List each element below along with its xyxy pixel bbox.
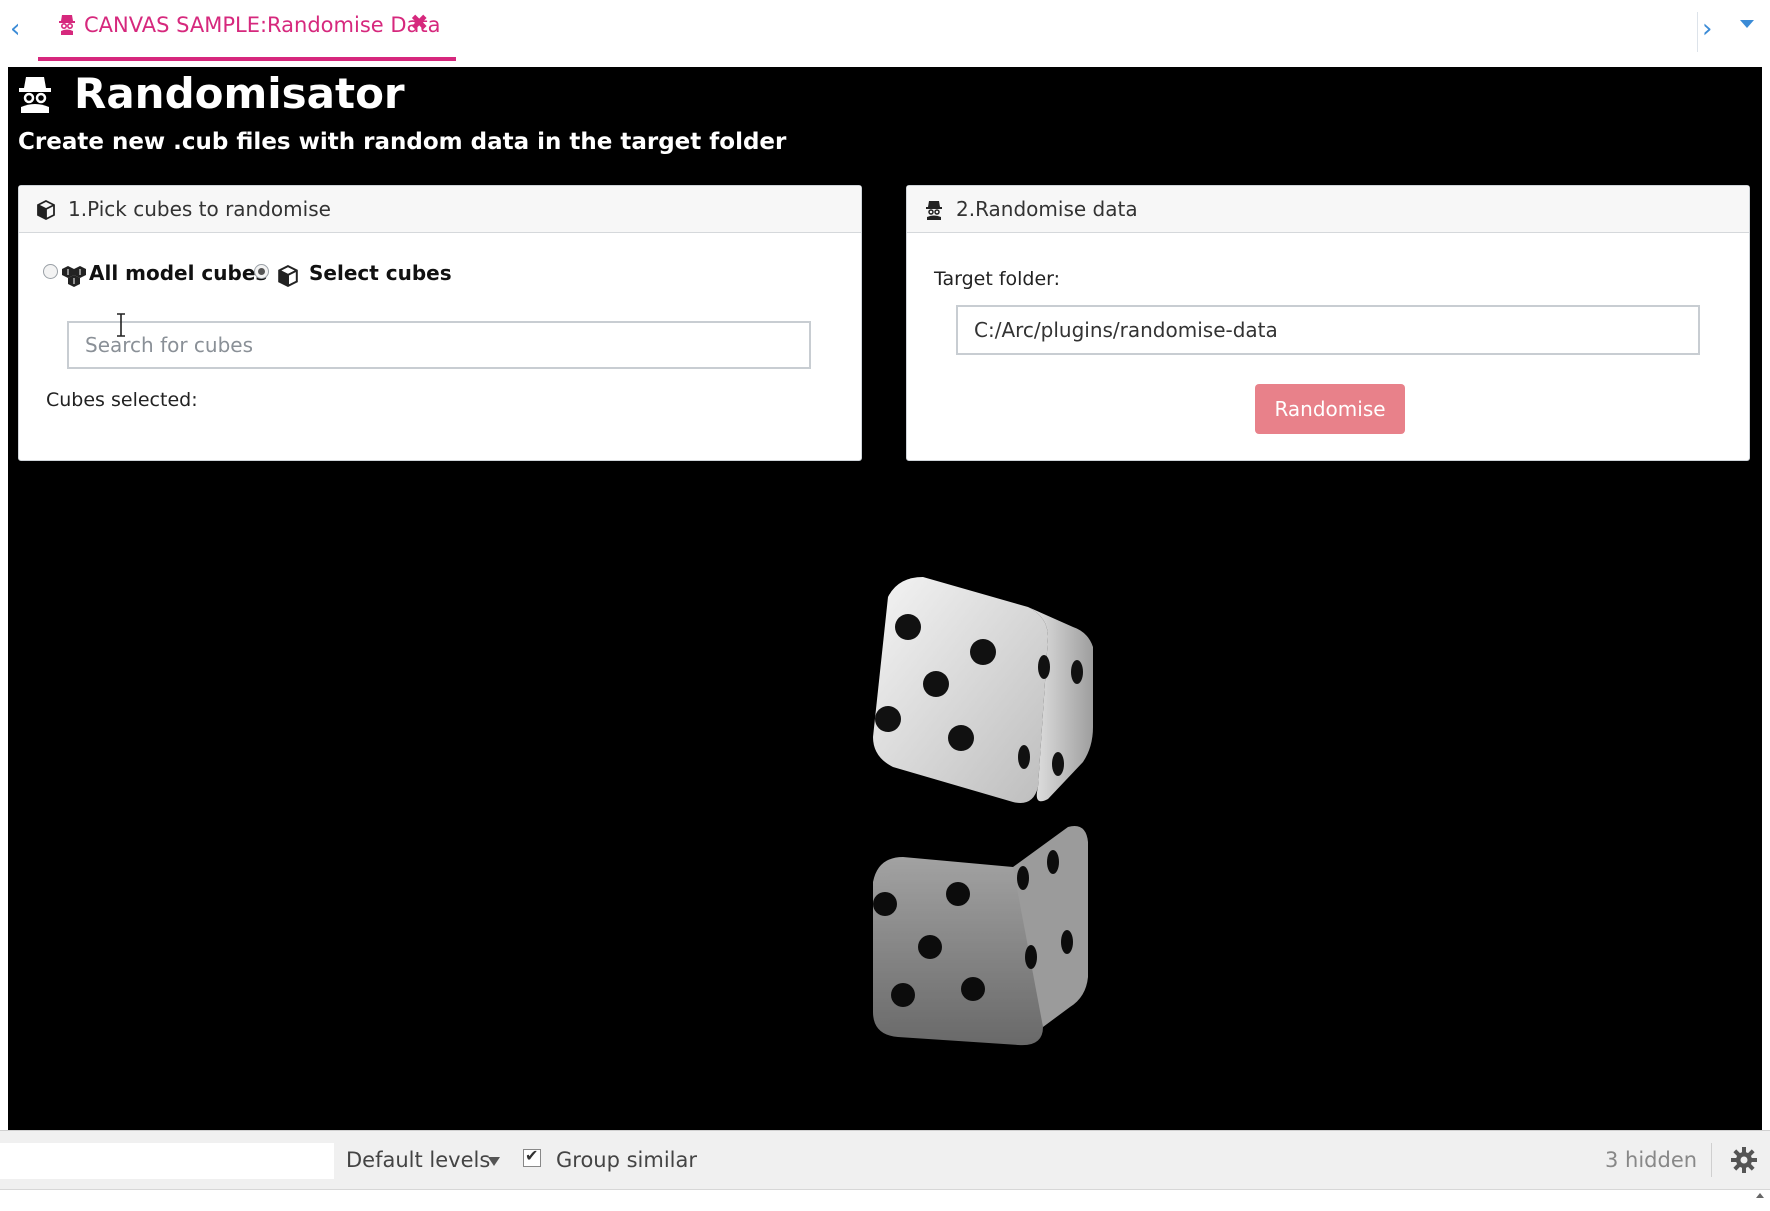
- cube-icon: [37, 200, 55, 220]
- group-similar-label[interactable]: Group similar: [556, 1148, 697, 1172]
- randomise-button[interactable]: Randomise: [1255, 384, 1405, 434]
- all-model-cubes-radio[interactable]: [43, 264, 58, 279]
- text-cursor-icon: [117, 313, 125, 337]
- randomise-data-panel-header: 2.Randomise data: [907, 186, 1749, 233]
- scroll-up-icon[interactable]: [1756, 1193, 1764, 1198]
- tab-randomise-data[interactable]: CANVAS SAMPLE:Randomise Data ✖: [38, 0, 456, 61]
- dice-icon: [873, 577, 1093, 1046]
- console-input-strip: [0, 1189, 1770, 1211]
- tab-divider: [1697, 12, 1698, 52]
- app-canvas: Randomisator Create new .cub files with …: [8, 67, 1762, 1130]
- group-similar-checkbox[interactable]: [523, 1146, 541, 1167]
- tab-bar: ‹ CANVAS SAMPLE:Randomise Data ✖ ›: [0, 0, 1770, 67]
- cube-icon: [278, 265, 298, 287]
- target-folder-label: Target folder:: [934, 268, 1061, 290]
- target-folder-input[interactable]: [956, 305, 1700, 355]
- tab-scroll-right-button[interactable]: ›: [1702, 14, 1722, 44]
- select-cubes-radio[interactable]: [254, 264, 269, 279]
- randomise-data-panel: 2.Randomise data Target folder: Randomis…: [906, 185, 1750, 461]
- caret-down-icon[interactable]: [488, 1157, 500, 1166]
- chevron-right-icon: ›: [1702, 14, 1713, 44]
- filter-input[interactable]: [0, 1143, 334, 1179]
- spy-icon: [59, 15, 75, 35]
- tab-list-dropdown-icon[interactable]: [1740, 20, 1754, 28]
- page-subtitle: Create new .cub files with random data i…: [18, 129, 787, 155]
- chevron-left-icon: ‹: [10, 14, 21, 44]
- gear-icon[interactable]: [1731, 1147, 1757, 1173]
- spy-icon: [19, 77, 51, 113]
- cubes-icon: [62, 266, 86, 287]
- hidden-count: 3 hidden: [1605, 1148, 1698, 1172]
- tab-scroll-left-button[interactable]: ‹: [10, 14, 30, 44]
- pick-cubes-panel-title: 1.Pick cubes to randomise: [68, 197, 331, 221]
- cubes-selected-label: Cubes selected:: [46, 389, 198, 411]
- tab-label: CANVAS SAMPLE:Randomise Data: [84, 13, 441, 37]
- pick-cubes-panel: 1.Pick cubes to randomise All model cube…: [18, 185, 862, 461]
- all-model-cubes-label[interactable]: All model cubes: [89, 261, 267, 285]
- default-levels-dropdown[interactable]: Default levels: [346, 1148, 490, 1172]
- close-icon[interactable]: ✖: [410, 11, 428, 36]
- select-cubes-label[interactable]: Select cubes: [309, 261, 452, 285]
- console-toolbar: Default levels Group similar 3 hidden: [0, 1130, 1770, 1190]
- pick-cubes-panel-header: 1.Pick cubes to randomise: [19, 186, 861, 233]
- page-title: Randomisator: [74, 69, 405, 118]
- search-cubes-input[interactable]: [67, 321, 811, 369]
- randomise-data-panel-title: 2.Randomise data: [956, 197, 1138, 221]
- toolbar-divider: [1711, 1143, 1712, 1177]
- spy-icon: [926, 201, 942, 220]
